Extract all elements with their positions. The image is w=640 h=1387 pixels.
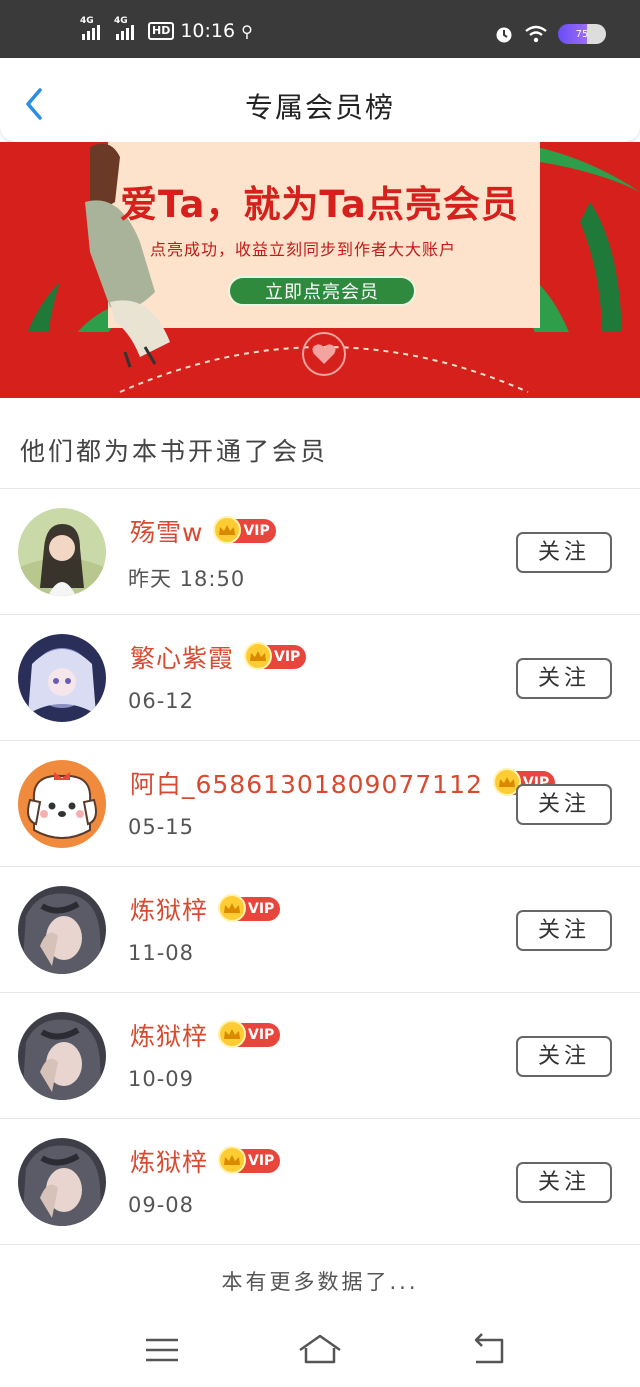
wifi-icon — [525, 25, 547, 43]
member-name[interactable]: 繁心紫霞 — [130, 639, 234, 675]
return-button[interactable] — [466, 1330, 510, 1370]
vip-label: VIP — [248, 901, 275, 917]
network-label: 4G — [80, 16, 94, 26]
crown-icon — [218, 1020, 247, 1048]
member-row[interactable]: 炼狱梓 VIP 09-08 关注 — [0, 1119, 640, 1245]
follow-button[interactable]: 关注 — [516, 784, 612, 825]
member-row[interactable]: 阿白_65861301809077112 VIP 05-15 关注 — [0, 741, 640, 867]
member-name[interactable]: 炼狱梓 — [130, 1017, 208, 1053]
name-line: 炼狱梓 VIP — [130, 1143, 281, 1179]
name-line: 繁心紫霞 VIP — [130, 639, 307, 675]
member-date: 09-08 — [128, 1193, 195, 1217]
name-line: 阿白_65861301809077112 VIP — [130, 765, 556, 801]
vip-badge: VIP — [218, 1146, 281, 1174]
avatar[interactable] — [18, 760, 106, 848]
light-up-button[interactable]: 立即点亮会员 — [228, 276, 416, 306]
top-header: 专属会员榜 — [0, 58, 640, 142]
menu-icon — [146, 1338, 178, 1362]
member-name[interactable]: 殇雪w — [130, 513, 203, 549]
crown-icon — [218, 894, 247, 922]
crown-icon — [213, 516, 242, 544]
section-title: 他们都为本书开通了会员 — [20, 437, 329, 466]
member-row[interactable]: 繁心紫霞 VIP 06-12 关注 — [0, 615, 640, 741]
hd-badge: HD — [148, 22, 175, 40]
avatar[interactable] — [18, 508, 106, 596]
no-more-data-note: 本有更多数据了... — [221, 1270, 419, 1294]
page-title: 专属会员榜 — [244, 91, 395, 124]
banner-subtitle: 点亮成功，收益立刻同步到作者大大账户 — [150, 240, 457, 259]
alarm-icon — [496, 27, 512, 43]
name-line: 炼狱梓 VIP — [130, 1017, 281, 1053]
vip-badge: VIP — [218, 894, 281, 922]
vip-badge: VIP — [218, 1020, 281, 1048]
promo-banner[interactable]: 爱Ta，就为Ta点亮会员 点亮成功，收益立刻同步到作者大大账户 立即点亮会员 — [0, 142, 640, 398]
follow-button[interactable]: 关注 — [516, 1162, 612, 1203]
vip-label: VIP — [274, 649, 301, 665]
avatar[interactable] — [18, 1012, 106, 1100]
follow-button[interactable]: 关注 — [516, 658, 612, 699]
battery-level: 75 — [575, 28, 589, 40]
follow-button[interactable]: 关注 — [516, 532, 612, 573]
menu-button[interactable] — [140, 1330, 184, 1370]
battery-indicator: 75 — [558, 24, 606, 44]
member-row[interactable]: 殇雪w VIP 昨天 18:50 关注 — [0, 489, 640, 615]
member-date: 06-12 — [128, 689, 195, 713]
home-button[interactable] — [298, 1330, 342, 1370]
name-line: 炼狱梓 VIP — [130, 891, 281, 927]
vip-label: VIP — [248, 1027, 275, 1043]
avatar[interactable] — [18, 634, 106, 722]
name-line: 殇雪w VIP — [130, 513, 276, 549]
signal-icon: 4G — [114, 16, 134, 40]
heart-seal-icon — [302, 332, 346, 376]
member-date: 05-15 — [128, 815, 195, 839]
crown-icon — [218, 1146, 247, 1174]
vip-label: VIP — [248, 1153, 275, 1169]
member-date: 昨天 18:50 — [128, 567, 246, 591]
clock: 10:16 — [180, 20, 236, 42]
member-name[interactable]: 炼狱梓 — [130, 1143, 208, 1179]
signal-icon: 4G — [80, 16, 100, 40]
follow-button[interactable]: 关注 — [516, 910, 612, 951]
member-row[interactable]: 炼狱梓 VIP 10-09 关注 — [0, 993, 640, 1119]
crown-icon — [244, 642, 273, 670]
network-label: 4G — [114, 16, 128, 26]
member-date: 11-08 — [128, 941, 195, 965]
avatar[interactable] — [18, 886, 106, 974]
status-right: 75 — [494, 24, 606, 44]
vip-badge: VIP — [244, 642, 307, 670]
member-name[interactable]: 炼狱梓 — [130, 891, 208, 927]
vip-badge: VIP — [213, 516, 276, 544]
usb-icon: ⚲ — [241, 21, 253, 41]
banner-title: 爱Ta，就为Ta点亮会员 — [120, 183, 519, 226]
home-icon — [299, 1334, 341, 1364]
system-nav-bar — [0, 1312, 640, 1387]
follow-button[interactable]: 关注 — [516, 1036, 612, 1077]
avatar[interactable] — [18, 1138, 106, 1226]
vip-label: VIP — [243, 523, 270, 539]
back-arrow-icon — [474, 1333, 504, 1364]
member-date: 10-09 — [128, 1067, 195, 1091]
status-left: 4G 4G HD 10:16 ⚲ — [80, 16, 253, 42]
member-name[interactable]: 阿白_65861301809077112 — [130, 765, 483, 801]
status-bar: 4G 4G HD 10:16 ⚲ 75 — [0, 0, 640, 58]
member-row[interactable]: 炼狱梓 VIP 11-08 关注 — [0, 867, 640, 993]
